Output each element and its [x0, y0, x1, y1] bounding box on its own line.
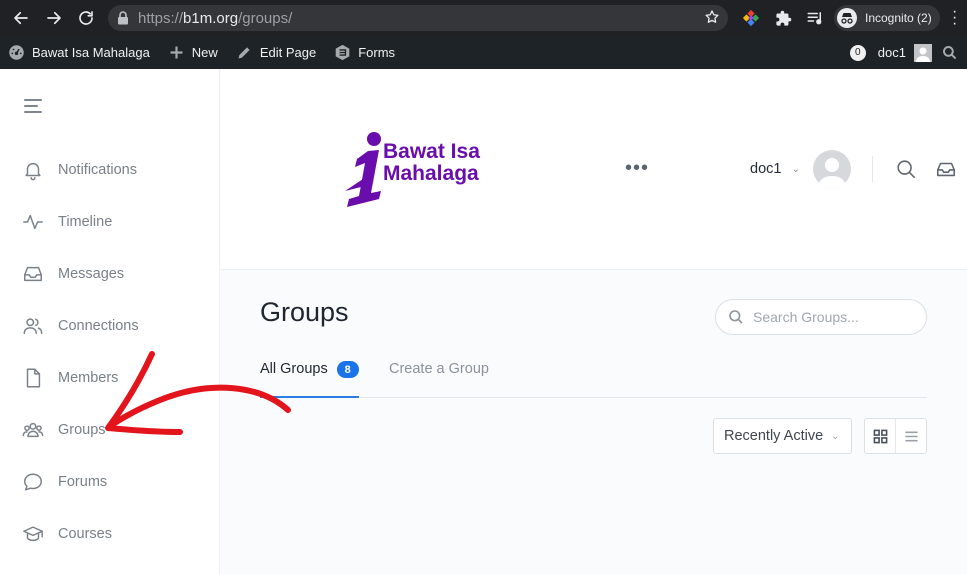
- header-user-name: doc1: [750, 161, 782, 177]
- inbox-icon: [24, 266, 42, 282]
- file-icon: [26, 368, 41, 388]
- color-extension-icon[interactable]: [741, 8, 761, 28]
- search-icon: [729, 310, 743, 324]
- lock-icon: [108, 11, 138, 25]
- sidebar-item-label: Members: [58, 370, 119, 386]
- sidebar-item-connections[interactable]: Connections: [22, 313, 139, 339]
- page-title: Groups: [260, 297, 349, 327]
- logo-line-1: Bawat Isa: [383, 140, 480, 163]
- reload-button[interactable]: [70, 0, 102, 36]
- url-text: https://b1m.org/groups/: [138, 9, 293, 27]
- admin-new-link[interactable]: New: [160, 36, 226, 69]
- bell-icon: [25, 162, 41, 181]
- puzzle-extensions-icon[interactable]: [773, 8, 793, 28]
- pencil-icon: [238, 47, 250, 59]
- more-options-icon[interactable]: •••: [625, 157, 649, 180]
- list-icon: [904, 430, 918, 442]
- header-inbox-icon[interactable]: [935, 158, 957, 180]
- sort-dropdown[interactable]: Recently Active ⌄: [713, 418, 852, 454]
- sidebar-item-timeline[interactable]: Timeline: [22, 209, 112, 235]
- sidebar-item-label: Timeline: [58, 214, 113, 230]
- grid-icon: [873, 429, 887, 443]
- groups-icon: [22, 422, 44, 438]
- header-divider: [872, 156, 873, 182]
- grid-view-button[interactable]: [865, 419, 896, 453]
- arrow-left-icon: [14, 11, 28, 25]
- logo-line-2: Mahalaga: [383, 162, 479, 185]
- browser-menu-icon[interactable]: · · ·: [952, 4, 957, 32]
- browser-toolbar: https://b1m.org/groups/ Incognito (2) · ·…: [0, 0, 967, 36]
- sidebar-item-notifications[interactable]: Notifications: [22, 157, 137, 183]
- search-input[interactable]: [753, 309, 913, 325]
- wp-admin-bar: Bawat Isa Mahalaga New Edit Page Forms 0…: [0, 36, 967, 69]
- sidebar-item-forums[interactable]: Forums: [22, 469, 107, 495]
- sidebar-item-members[interactable]: Members: [22, 365, 118, 391]
- header-user-menu[interactable]: doc1 ⌄: [750, 161, 800, 177]
- tab-all-groups[interactable]: All Groups 8: [260, 356, 359, 398]
- admin-forms-link[interactable]: Forms: [326, 36, 403, 69]
- view-toggle: [864, 418, 927, 454]
- sidebar-item-label: Groups: [58, 422, 106, 438]
- sidebar-item-groups[interactable]: Groups: [22, 417, 106, 443]
- activity-icon: [23, 214, 43, 230]
- admin-avatar[interactable]: [914, 43, 932, 62]
- admin-search-icon[interactable]: [942, 45, 958, 61]
- address-bar[interactable]: https://b1m.org/groups/: [108, 5, 728, 31]
- incognito-icon: [837, 8, 857, 28]
- site-header: Bawat Isa Mahalaga ••• doc1 ⌄: [221, 69, 967, 270]
- notification-count-badge[interactable]: 0: [849, 44, 866, 61]
- list-view-button[interactable]: [896, 419, 926, 453]
- sidebar-item-courses[interactable]: Courses: [22, 521, 112, 547]
- bookmark-star-icon[interactable]: [704, 9, 720, 30]
- tab-label: All Groups: [260, 361, 328, 377]
- group-count-badge: 8: [336, 361, 359, 378]
- sidebar-item-label: Connections: [58, 318, 139, 334]
- group-tabs: All Groups 8 Create a Group: [260, 356, 927, 398]
- sidebar-item-label: Notifications: [58, 162, 137, 178]
- reload-icon: [79, 11, 93, 25]
- chat-icon: [24, 473, 42, 491]
- plus-icon: [170, 46, 183, 59]
- sidebar-item-label: Forums: [58, 474, 108, 490]
- search-groups-field[interactable]: [715, 299, 927, 335]
- arrow-right-icon: [47, 11, 61, 25]
- header-search-icon[interactable]: [895, 158, 917, 180]
- sidebar-item-label: Courses: [58, 526, 112, 542]
- chevron-down-icon: ⌄: [831, 430, 840, 442]
- graduation-cap-icon: [23, 526, 43, 542]
- tab-create-group[interactable]: Create a Group: [389, 356, 489, 398]
- admin-site-name: Bawat Isa Mahalaga: [32, 45, 150, 60]
- logo-text: Bawat Isa Mahalaga: [383, 141, 480, 185]
- admin-edit-page-link[interactable]: Edit Page: [228, 36, 324, 69]
- site-logo[interactable]: Bawat Isa Mahalaga: [341, 131, 501, 211]
- admin-new-label: New: [191, 45, 218, 60]
- menu-toggle-icon[interactable]: [24, 99, 44, 117]
- users-icon: [23, 318, 43, 335]
- incognito-profile-button[interactable]: Incognito (2): [834, 5, 940, 31]
- sidebar-item-messages[interactable]: Messages: [22, 261, 124, 287]
- media-queue-icon[interactable]: [805, 8, 825, 28]
- chevron-down-icon: ⌄: [791, 163, 800, 175]
- sidebar: Notifications Timeline Messages Connecti…: [0, 69, 220, 574]
- admin-site-link[interactable]: Bawat Isa Mahalaga: [0, 36, 158, 69]
- dashboard-gauge-icon: [9, 45, 24, 60]
- admin-forms-label: Forms: [358, 45, 396, 60]
- forms-icon: [335, 44, 350, 61]
- back-button[interactable]: [5, 0, 37, 36]
- sort-selected-value: Recently Active: [724, 428, 824, 444]
- forward-button[interactable]: [38, 0, 70, 36]
- tab-label: Create a Group: [389, 361, 489, 377]
- incognito-label: Incognito (2): [865, 11, 932, 25]
- sidebar-item-label: Messages: [58, 266, 125, 282]
- admin-edit-label: Edit Page: [259, 45, 317, 60]
- admin-user-name[interactable]: doc1: [878, 45, 906, 60]
- header-avatar[interactable]: [813, 150, 851, 188]
